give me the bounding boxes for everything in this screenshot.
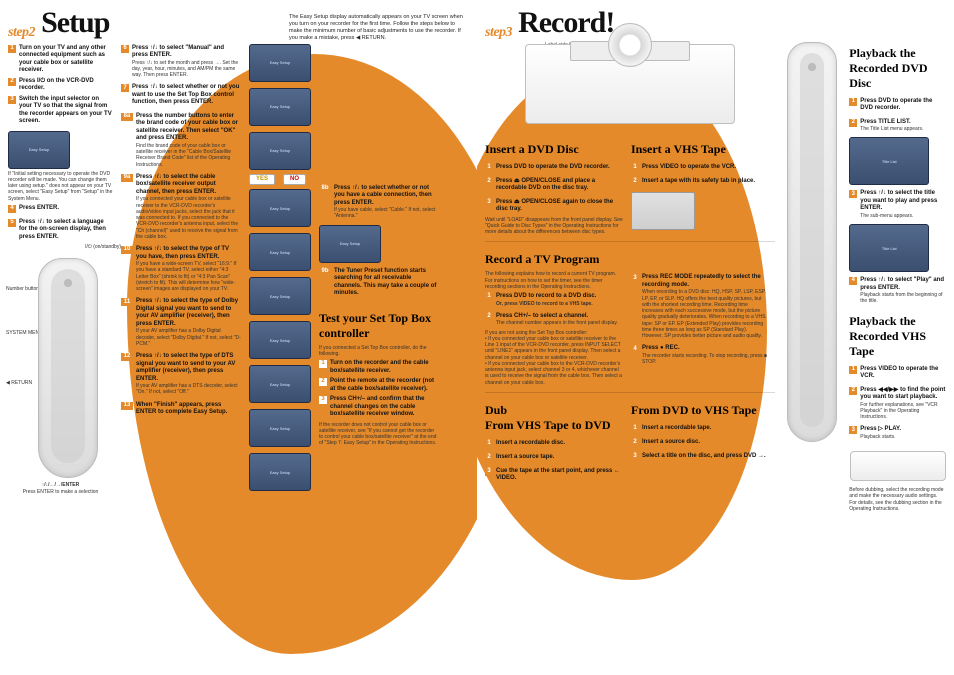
vhs-tape-illustration — [631, 192, 695, 230]
easy-setup-note: If "Initial setting necessary to operate… — [8, 171, 113, 202]
branch-no: NO — [283, 174, 306, 186]
test-stb-title: Test your Set Top Box controller — [319, 311, 439, 341]
remote-return-label: ◀ RETURN — [6, 380, 32, 386]
tv-thumb: Easy Setup — [249, 44, 311, 82]
dub-vhs-dvd-title: Dub From VHS Tape to DVD — [485, 403, 623, 433]
tv-thumb: Easy Setup — [249, 189, 311, 227]
tv-thumb: Easy Setup — [249, 321, 311, 359]
recorder-front-illustration — [850, 451, 946, 481]
step-9b-text: The Tuner Preset function starts searchi… — [334, 268, 436, 297]
remote-illustration-large — [787, 42, 837, 442]
insert-dvd-title: Insert a DVD Disc — [485, 142, 623, 157]
tv-thumb-submenu: Title List — [849, 224, 929, 272]
tv-thumb: Easy Setup — [249, 365, 311, 403]
dvd-disc-illustration — [608, 23, 652, 67]
record-tv-title: Record a TV Program — [485, 252, 775, 267]
remote-illustration — [38, 258, 98, 478]
setup-intro: The Easy Setup display automatically app… — [289, 14, 469, 42]
tv-thumb-intro: Easy Setup — [8, 131, 70, 169]
remote-numbers-label: Number buttons — [6, 286, 42, 292]
tv-thumb: Easy Setup — [249, 132, 311, 170]
dub-note: Before dubbing, select the recording mod… — [849, 487, 946, 512]
tv-thumb: Easy Setup — [249, 88, 311, 126]
step-8b-num: 8b — [319, 185, 331, 193]
setup-title: Setup — [41, 4, 109, 42]
record-title: Record! — [518, 4, 614, 42]
recorder-illustration — [525, 44, 735, 124]
tv-thumb: Easy Setup — [249, 453, 311, 491]
insert-vhs-title: Insert a VHS Tape — [631, 142, 769, 157]
remote-enter-note: Press ENTER to make a selection — [23, 489, 99, 495]
playback-dvd-title: Playback the Recorded DVD Disc — [849, 46, 946, 91]
tv-thumb: Easy Setup — [319, 225, 381, 263]
tv-thumb: Easy Setup — [249, 409, 311, 447]
tv-thumb: Easy Setup — [249, 277, 311, 315]
step3-heading: step3 Record! — [477, 0, 954, 42]
setup-col1-steps: 1Turn on your TV and any other connected… — [8, 42, 113, 129]
remote-standby-label: I/⏻ (on/standby) — [85, 244, 121, 250]
dub-dvd-vhs-title: From DVD to VHS Tape — [631, 403, 769, 418]
tv-thumb: Easy Setup — [249, 233, 311, 271]
step2-heading: step2 Setup The Easy Setup display autom… — [0, 0, 477, 42]
step-8b-text: Press ↑/↓ to select whether or not you h… — [334, 185, 432, 206]
playback-vhs-title: Playback the Recorded VHS Tape — [849, 314, 946, 359]
step3-label: step3 — [485, 24, 512, 42]
remote-enter-label: ↑/↓/←/→/ENTER — [42, 482, 80, 488]
tv-thumb-titlelist: Title List — [849, 137, 929, 185]
step-9b-num: 9b — [319, 268, 331, 276]
test-stb-block: Test your Set Top Box controller If you … — [319, 307, 439, 447]
branch-yes: YES — [249, 174, 275, 186]
step2-label: step2 — [8, 24, 35, 42]
